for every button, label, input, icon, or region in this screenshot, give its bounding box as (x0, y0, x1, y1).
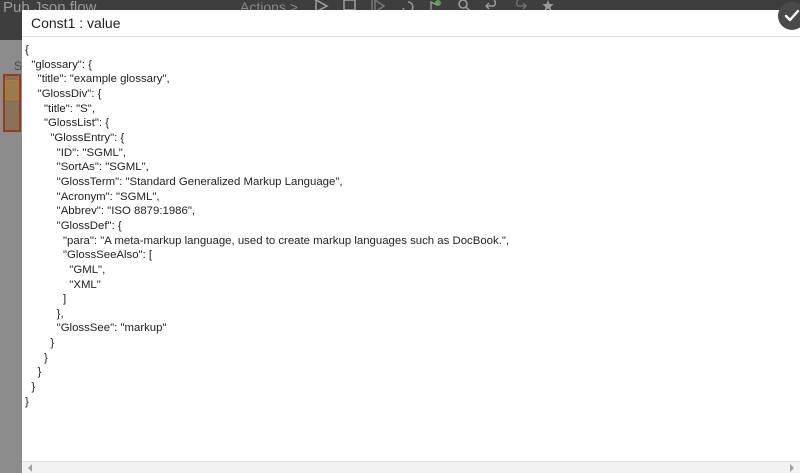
checkmark-icon (784, 9, 800, 22)
scroll-left-icon[interactable] (27, 464, 33, 472)
side-letter: S (14, 59, 23, 73)
value-dialog: Const1 : value { "glossary": { "title": … (22, 10, 800, 473)
confirm-button[interactable] (778, 2, 800, 30)
horizontal-scrollbar[interactable] (22, 461, 800, 473)
dialog-title: Const1 : value (31, 15, 121, 31)
dialog-header: Const1 : value (22, 10, 800, 37)
flow-node-icon (5, 80, 19, 100)
json-content[interactable]: { "glossary": { "title": "example glossa… (25, 43, 785, 461)
scroll-right-icon[interactable] (789, 464, 795, 472)
